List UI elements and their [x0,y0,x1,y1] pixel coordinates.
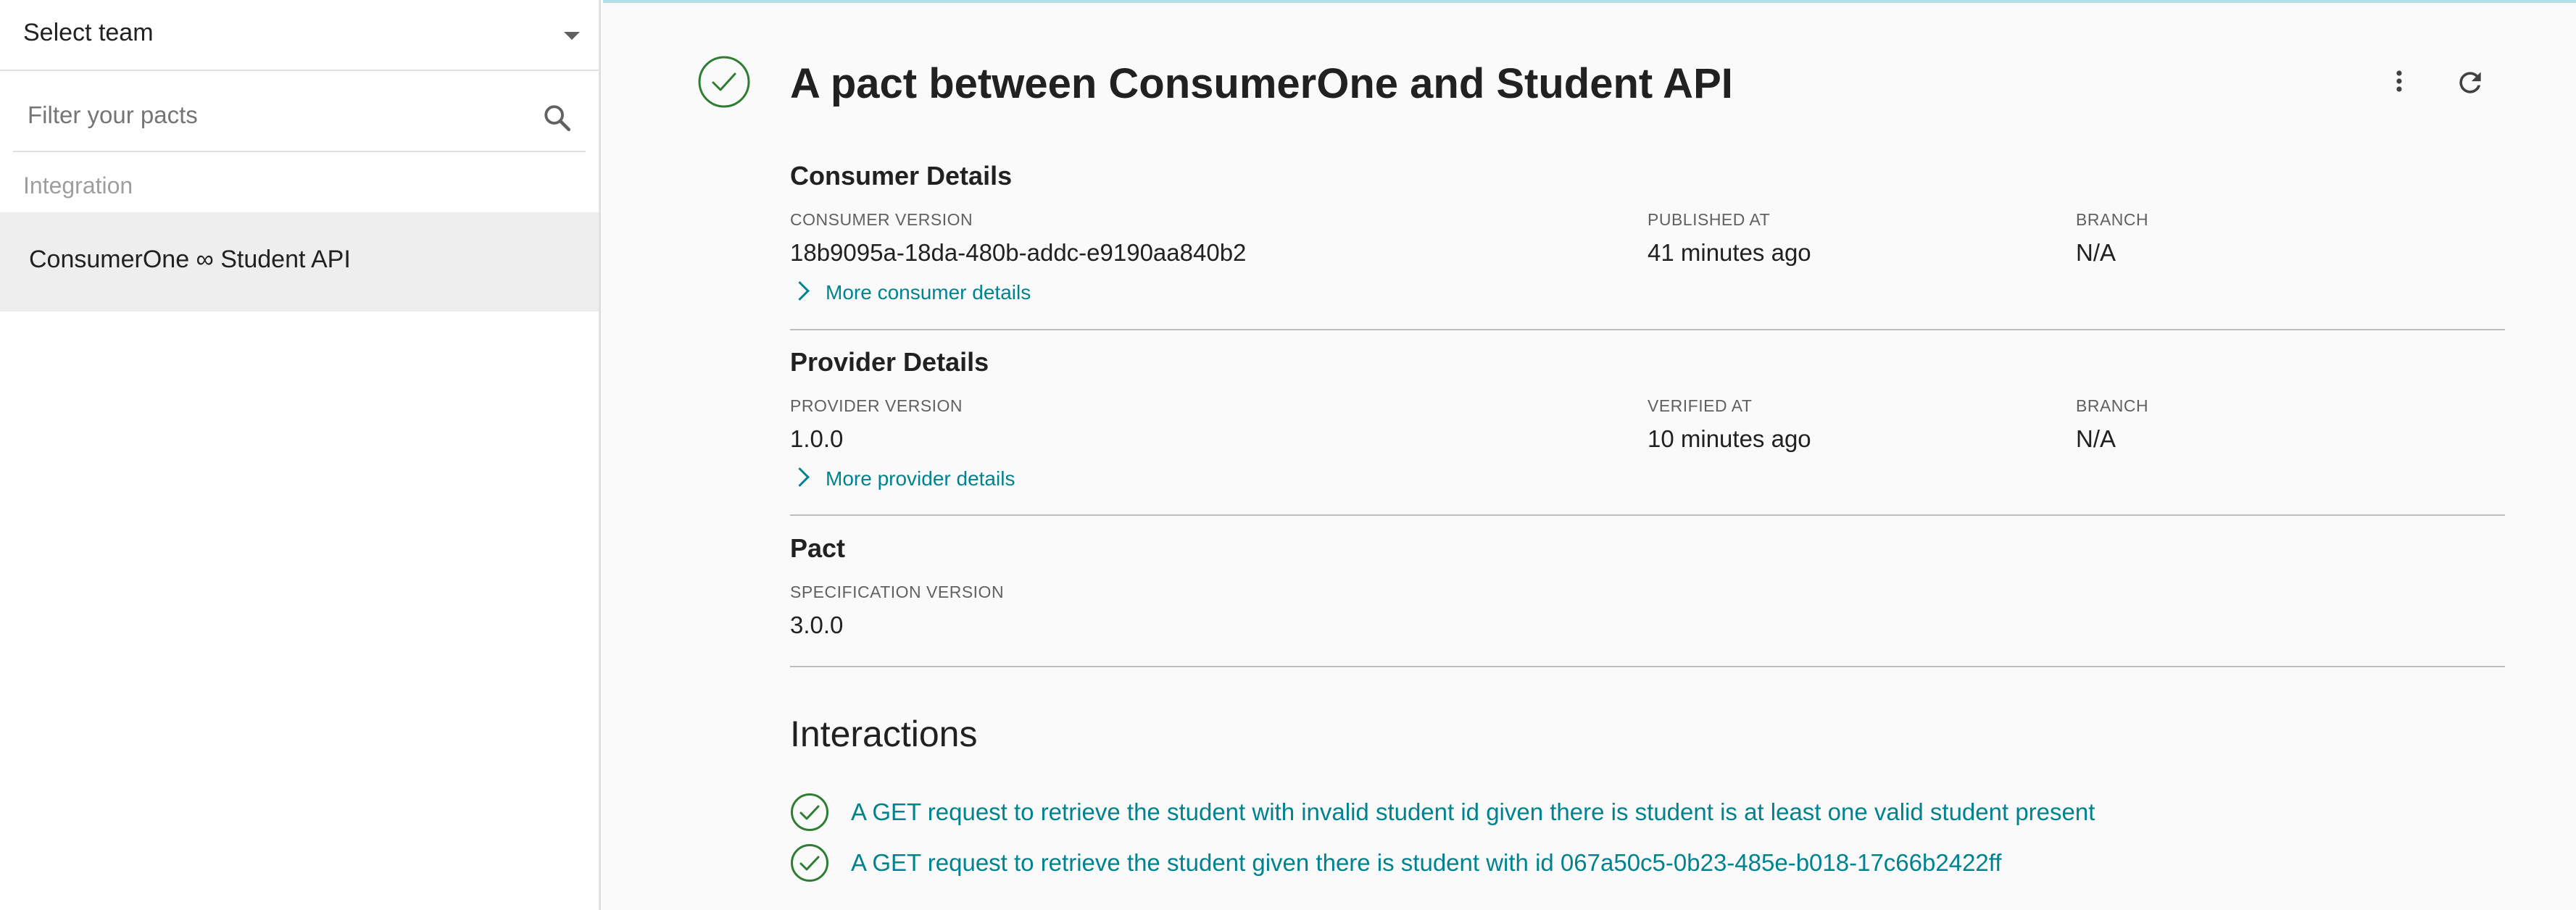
filter-field [13,81,586,152]
search-icon[interactable] [542,103,573,133]
team-select[interactable]: Select team [0,0,599,71]
refresh-icon[interactable] [2454,67,2486,99]
verified-check-icon [791,844,828,882]
consumer-details: Consumer Details CONSUMER VERSION 18b909… [790,158,2505,332]
provider-version-label: PROVIDER VERSION [790,396,963,415]
verified-check-icon [698,56,750,108]
consumer-version-label: CONSUMER VERSION [790,210,973,229]
team-select-label: Select team [23,19,154,46]
published-at-label: PUBLISHED AT [1648,210,1771,229]
chevron-right-icon [790,467,810,487]
chevron-right-icon [790,281,810,301]
divider [790,329,2505,330]
verified-at-label: VERIFIED AT [1648,396,1753,415]
pact-title: Pact [790,533,846,563]
specification-version-value: 3.0.0 [790,611,844,638]
consumer-branch-label: BRANCH [2076,210,2149,229]
top-accent-line [603,0,2576,3]
provider-branch-value: N/A [2076,425,2116,452]
integration-group-label: Integration [23,172,133,199]
specification-version-label: SPECIFICATION VERSION [790,583,1005,601]
consumer-details-title: Consumer Details [790,161,1013,191]
divider [790,514,2505,516]
pact-details: Pact SPECIFICATION VERSION 3.0.0 [790,530,2505,669]
provider-version-value: 1.0.0 [790,425,844,452]
consumer-branch-value: N/A [2076,239,2116,266]
sidebar: Select team Integration ConsumerOne ∞ St… [0,0,601,910]
sidebar-item-label: ConsumerOne ∞ Student API [29,246,351,273]
page-title: A pact between ConsumerOne and Student A… [790,60,1733,107]
more-consumer-details-label: More consumer details [826,281,1031,304]
provider-details-title: Provider Details [790,347,989,377]
interaction-link[interactable]: A GET request to retrieve the student gi… [851,849,2002,877]
provider-branch-label: BRANCH [2076,396,2149,415]
divider [790,666,2505,667]
more-vert-icon[interactable] [2385,67,2414,96]
verified-check-icon [791,793,828,831]
filter-input[interactable] [28,97,520,133]
chevron-down-icon [564,32,580,40]
consumer-version-value: 18b9095a-18da-480b-addc-e9190aa840b2 [790,239,1247,266]
interactions-title: Interactions [790,714,978,754]
sidebar-item-consumerone-student-api[interactable]: ConsumerOne ∞ Student API [0,212,599,312]
more-provider-details-label: More provider details [826,467,1015,490]
verified-at-value: 10 minutes ago [1648,425,1811,452]
provider-details: Provider Details PROVIDER VERSION 1.0.0 … [790,344,2505,518]
more-consumer-details-link[interactable]: More consumer details [790,281,1031,304]
interaction-link[interactable]: A GET request to retrieve the student wi… [851,798,2095,826]
published-at-value: 41 minutes ago [1648,239,1811,266]
more-provider-details-link[interactable]: More provider details [790,467,1015,491]
